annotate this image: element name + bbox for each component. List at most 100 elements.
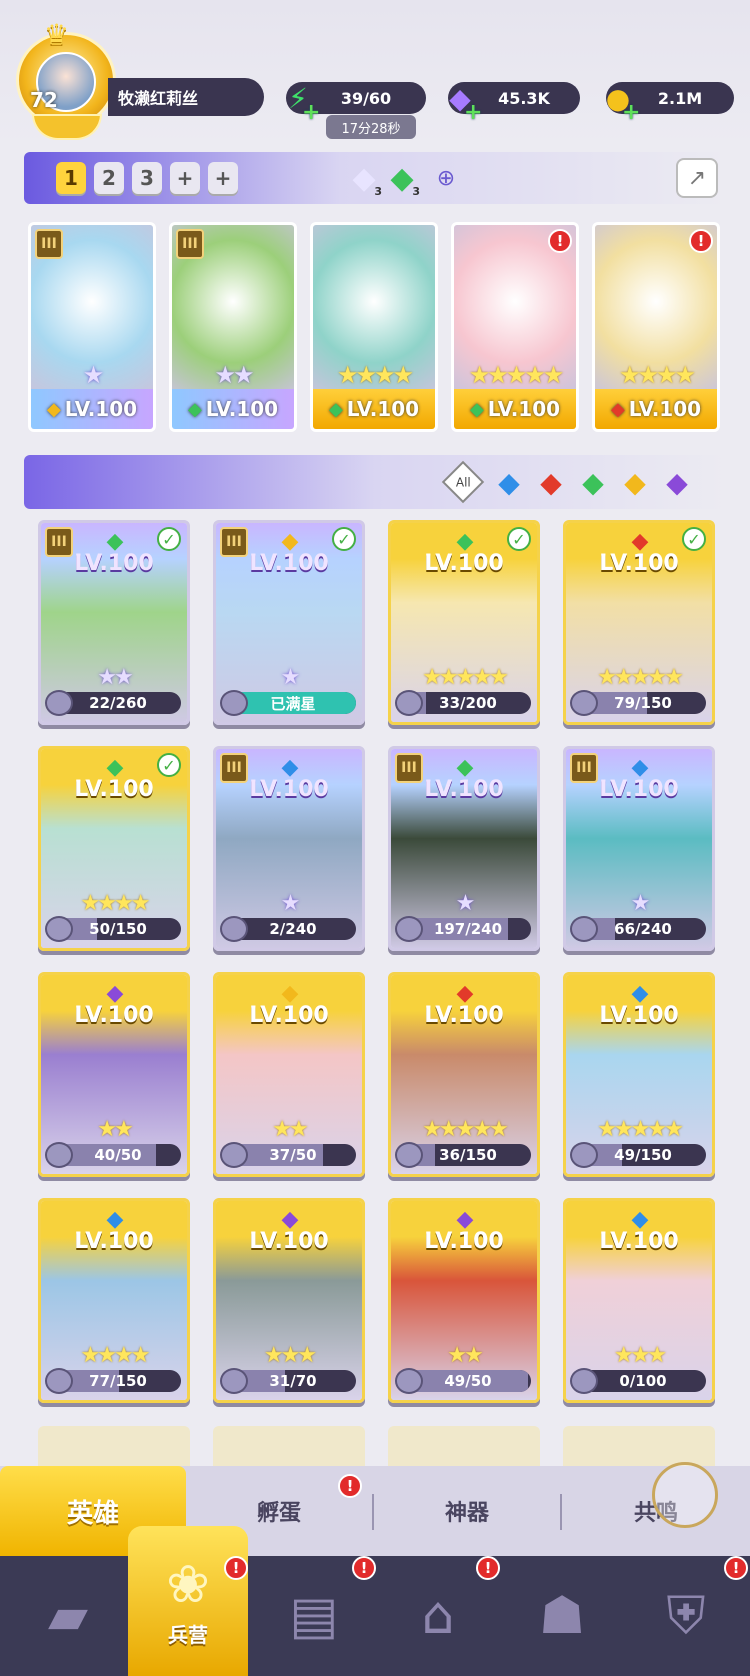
shard-progress-text: 31/70	[269, 1372, 317, 1390]
star-rating: ★★★★	[80, 1343, 151, 1368]
star-rating: ★★★★	[618, 361, 696, 389]
team-tab-3[interactable]: 3	[132, 162, 162, 194]
hero-card-partial[interactable]	[38, 1426, 190, 1466]
avatar-badge	[32, 114, 102, 140]
nav-barracks-label: 兵营	[168, 1622, 208, 1647]
hero-level: LV.100	[74, 551, 154, 576]
hero-level-bar: ◆ LV.100	[31, 389, 153, 429]
energy-pill[interactable]: ⚡ + 39/60	[286, 82, 426, 125]
gems-value: 45.3K	[498, 88, 550, 108]
star-rating: ★★★★★	[422, 1117, 509, 1142]
shard-progress-bar: 22/260	[55, 692, 181, 714]
shard-progress-text: 0/100	[619, 1372, 667, 1390]
fire-filter-icon[interactable]: ◆	[532, 463, 570, 501]
nav-barracks[interactable]: ❀ 兵营	[128, 1526, 248, 1676]
hero-card[interactable]: ◆ LV.100 ★★★ 31/70	[213, 1198, 365, 1403]
hero-level: LV.100	[74, 777, 154, 802]
fire-element-icon: ◆	[610, 398, 625, 420]
mushroom-icon[interactable]: ☗	[502, 1556, 622, 1676]
hero-level-bar: ◆ LV.100	[454, 389, 576, 429]
hero-card-partial[interactable]	[213, 1426, 365, 1466]
gem-icon: ◆ +	[449, 81, 483, 126]
shard-icon	[570, 690, 598, 716]
shard-progress-text: 已满星	[270, 694, 316, 713]
shard-progress-bar: 0/100	[580, 1370, 706, 1392]
water-filter-icon[interactable]: ◆	[490, 463, 528, 501]
star-rating: ★	[280, 891, 301, 916]
hero-level: LV.100	[424, 777, 504, 802]
hero-level: LV.100	[249, 1003, 329, 1028]
hero-card[interactable]: III ◆ ✓ LV.100 ★★ 22/260	[38, 520, 190, 725]
hero-card[interactable]: ◆ LV.100 ★★★ 0/100	[563, 1198, 715, 1403]
player-avatar[interactable]: ♛	[10, 18, 122, 144]
shard-progress-text: 40/50	[94, 1146, 142, 1164]
book-alert-icon: !	[352, 1556, 376, 1580]
team-hero-card[interactable]: ! ★★★★★ ◆ LV.100	[451, 222, 579, 432]
hatch-alert-icon: !	[338, 1474, 362, 1498]
hero-card[interactable]: III ◆ LV.100 ★ 197/240	[388, 746, 540, 951]
hero-card[interactable]: ◆ ✓ LV.100 ★★★★ 50/150	[38, 746, 190, 951]
green-gem-icon[interactable]: ◆ 3	[384, 158, 420, 199]
check-icon: ✓	[157, 753, 181, 777]
team-hero-card[interactable]: III ★★ ◆ LV.100	[169, 222, 297, 432]
filter-all[interactable]: All	[441, 460, 485, 504]
team-tab-2[interactable]: 2	[94, 162, 124, 194]
share-icon[interactable]: ↗	[676, 158, 718, 198]
gems-pill[interactable]: ◆ + 45.3K	[448, 82, 580, 125]
team-tab-add-1[interactable]: +	[170, 162, 200, 194]
team-hero-card[interactable]: ! ★★★★ ◆ LV.100	[592, 222, 720, 432]
shard-progress-text: 197/240	[433, 920, 503, 938]
hero-card[interactable]: ◆ ✓ LV.100 ★★★★★ 33/200	[388, 520, 540, 725]
hero-card[interactable]: ◆ LV.100 ★★★★ 77/150	[38, 1198, 190, 1403]
player-name-pill[interactable]: 牧濑红莉丝	[108, 78, 264, 116]
hero-level-bar: ◆ LV.100	[313, 389, 435, 429]
nature-element-icon: ◆	[187, 398, 202, 420]
hero-card[interactable]: III ◆ LV.100 ★ 2/240	[213, 746, 365, 951]
cards-icon[interactable]: ▰	[8, 1556, 128, 1676]
shard-progress-text: 33/200	[439, 694, 497, 712]
nature-filter-icon[interactable]: ◆	[574, 463, 612, 501]
star-rating: ★★★★★	[597, 665, 684, 690]
shard-icon	[570, 1368, 598, 1394]
hero-card-partial[interactable]	[388, 1426, 540, 1466]
star-rating: ★★	[97, 665, 133, 690]
coins-pill[interactable]: ● + 2.1M	[606, 82, 734, 125]
hero-level: LV.100	[424, 1003, 504, 1028]
hero-card[interactable]: ◆ LV.100 ★★★★★ 49/150	[563, 972, 715, 1177]
castle-alert-icon: !	[476, 1556, 500, 1580]
hero-card[interactable]: ◆ LV.100 ★★ 49/50	[388, 1198, 540, 1403]
white-gem-count: 3	[374, 185, 382, 198]
team-hero-card[interactable]: ★★★★ ◆ LV.100	[310, 222, 438, 432]
hero-level: LV.100	[249, 551, 329, 576]
shard-progress-bar: 49/50	[405, 1370, 531, 1392]
hero-card[interactable]: ◆ LV.100 ★★ 37/50	[213, 972, 365, 1177]
nature-element-icon: ◆	[328, 398, 343, 420]
shard-progress-text: 49/50	[444, 1372, 492, 1390]
hero-card[interactable]: ◆ LV.100 ★★★★★ 36/150	[388, 972, 540, 1177]
white-gem-icon[interactable]: ◆ 3	[346, 158, 382, 199]
team-hero-card[interactable]: III ★ ◆ LV.100	[28, 222, 156, 432]
hero-level: LV.100	[346, 397, 420, 421]
star-rating: ★	[280, 665, 301, 690]
hero-card[interactable]: III ◆ ✓ LV.100 ★ 已满星	[213, 520, 365, 725]
dark-filter-icon[interactable]: ◆	[658, 463, 696, 501]
shard-progress-text: 22/260	[89, 694, 147, 712]
hero-card-partial[interactable]	[563, 1426, 715, 1466]
team-tab-1[interactable]: 1	[56, 162, 86, 194]
hero-card[interactable]: ◆ LV.100 ★★ 40/50	[38, 972, 190, 1177]
tab-artifacts[interactable]: 神器	[374, 1466, 560, 1556]
energy-value: 39/60	[340, 88, 392, 108]
star-rating: ★	[455, 891, 476, 916]
light-filter-icon[interactable]: ◆	[616, 463, 654, 501]
check-icon: ✓	[332, 527, 356, 551]
hero-card[interactable]: ◆ ✓ LV.100 ★★★★★ 79/150	[563, 520, 715, 725]
shard-icon	[220, 1368, 248, 1394]
floating-compass-button[interactable]	[652, 1462, 718, 1528]
shard-progress-text: 50/150	[89, 920, 147, 938]
shard-icon	[570, 1142, 598, 1168]
team-tab-add-2[interactable]: +	[208, 162, 238, 194]
star-rating: ★★	[447, 1343, 483, 1368]
magnifier-icon[interactable]: ⊕	[428, 158, 464, 198]
hero-card[interactable]: III ◆ LV.100 ★ 66/240	[563, 746, 715, 951]
shard-icon	[395, 1368, 423, 1394]
